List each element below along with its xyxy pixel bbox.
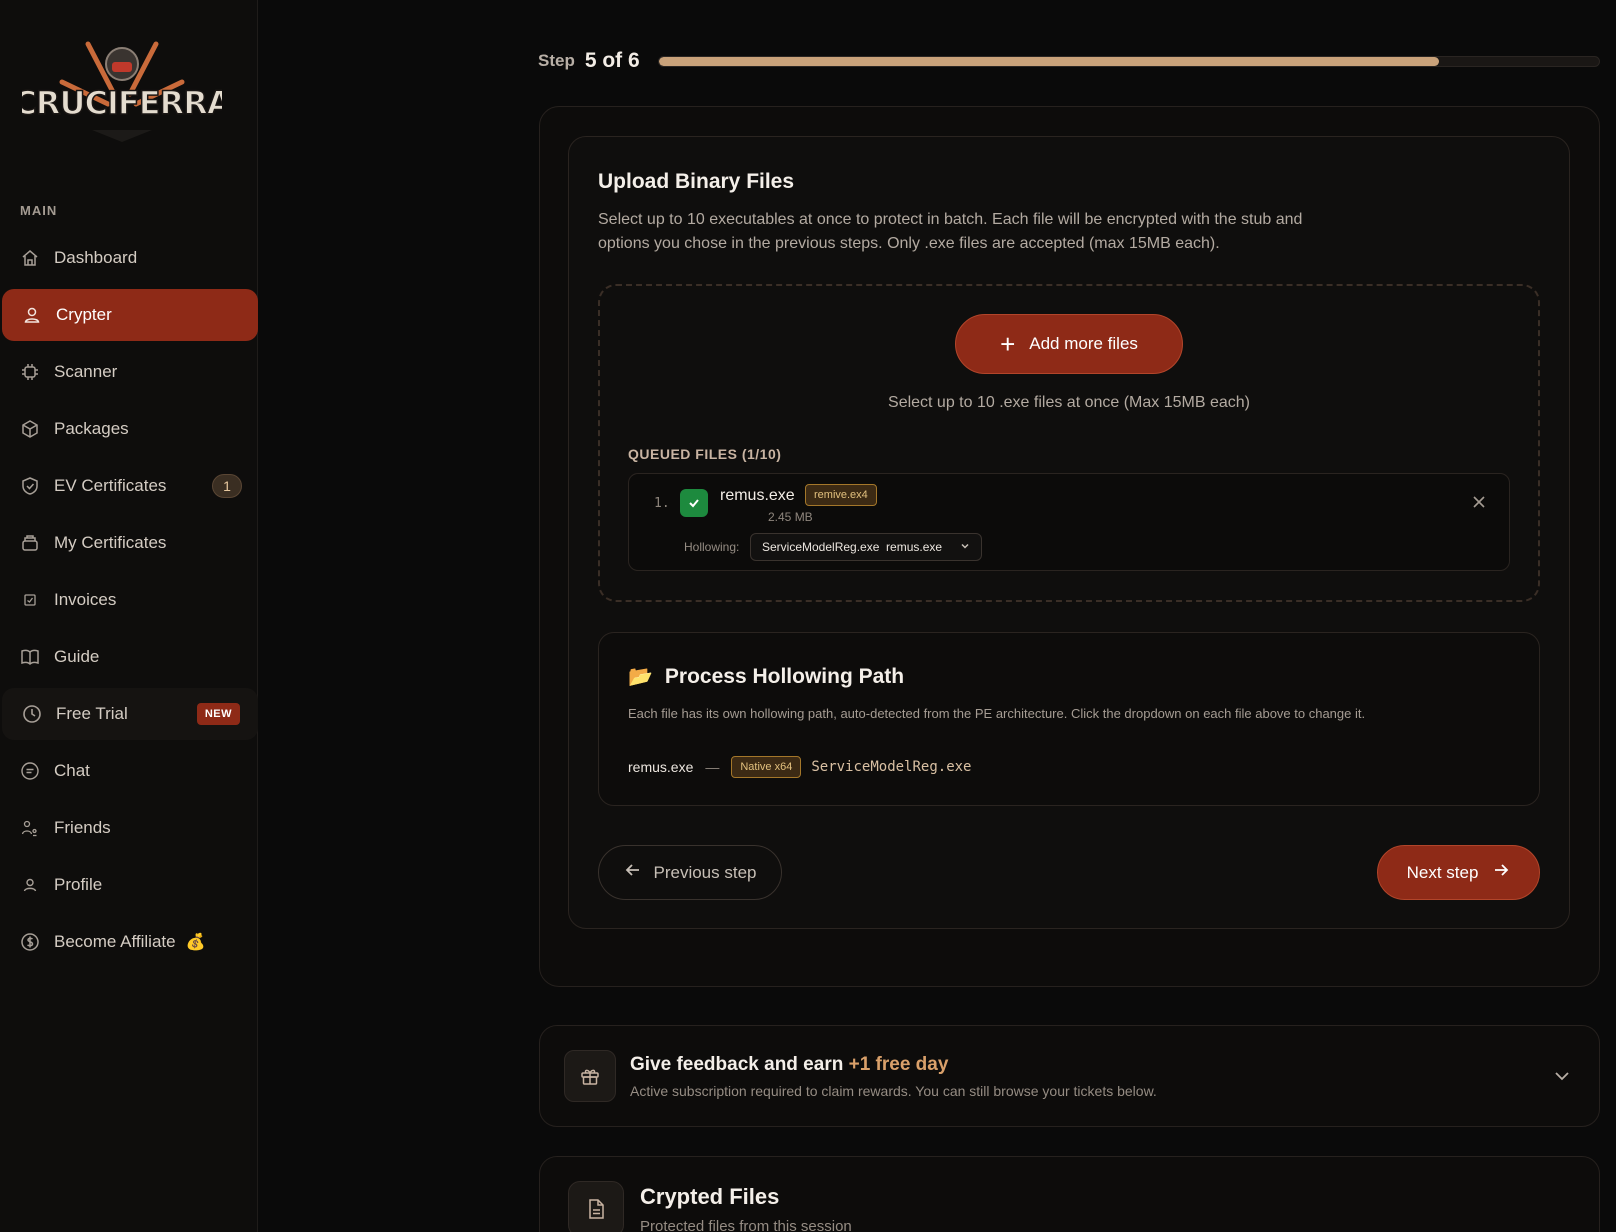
- hollowing-target-path: ServiceModelReg.exe: [811, 759, 972, 775]
- home-icon: [20, 248, 40, 268]
- stack-icon: [20, 533, 40, 553]
- box-icon: [20, 419, 40, 439]
- count-badge: 1: [212, 474, 242, 498]
- crypted-files-subtitle: Protected files from this session: [640, 1218, 852, 1232]
- previous-step-label: Previous step: [653, 862, 757, 882]
- sidebar-item-scanner[interactable]: Scanner: [0, 346, 258, 398]
- chevron-down-icon[interactable]: [1552, 1066, 1572, 1091]
- remove-file-close-icon[interactable]: [1472, 493, 1486, 513]
- step-value: 5 of 6: [584, 49, 640, 72]
- plus-icon: +: [1000, 329, 1016, 359]
- check-icon: [680, 489, 708, 517]
- new-badge: NEW: [196, 703, 240, 725]
- sidebar-item-label: Free Trial: [56, 704, 128, 723]
- sidebar-item-label: Guide: [54, 647, 100, 666]
- sidebar-item-profile[interactable]: Profile: [0, 859, 258, 911]
- sidebar-item-label: Scanner: [54, 362, 118, 381]
- upload-hint: Select up to 10 .exe files at once (Max …: [888, 394, 1250, 411]
- feedback-panel[interactable]: [539, 1025, 1600, 1127]
- feedback-title-text: Give feedback and earn: [630, 1054, 844, 1075]
- feedback-title: Give feedback and earn +1 free day: [630, 1054, 948, 1076]
- queued-files-label: QUEUED FILES (1/10): [628, 446, 782, 462]
- step-progress-fill: [658, 56, 1440, 66]
- sidebar-item-label: EV Certificates: [54, 476, 167, 495]
- crypted-files-title: Crypted Files: [640, 1184, 780, 1209]
- feedback-reward: +1 free day: [848, 1054, 949, 1075]
- cruciferra-logo[interactable]: CRUCIFERRA: [13, 34, 234, 146]
- receipt-icon: [20, 590, 40, 610]
- sidebar-item-free-trial[interactable]: Free Trial NEW: [2, 688, 258, 740]
- sidebar-item-label: Packages: [54, 419, 129, 438]
- sidebar-item-become-affiliate[interactable]: Become Affiliate 💰: [0, 916, 258, 968]
- sidebar-item-label: My Certificates: [54, 533, 167, 552]
- feedback-subtitle: Active subscription required to claim re…: [630, 1083, 1157, 1099]
- sidebar-item-dashboard[interactable]: Dashboard: [0, 232, 258, 284]
- sidebar-item-label: Crypter: [56, 305, 112, 324]
- chip-icon: [20, 362, 40, 382]
- add-more-files-button[interactable]: + Add more files: [955, 314, 1183, 374]
- chat-icon: [20, 761, 40, 781]
- sidebar-item-invoices[interactable]: Invoices: [0, 574, 258, 626]
- user-icon: [22, 305, 42, 325]
- arrow-left-icon: [624, 861, 642, 885]
- hollowing-label: Hollowing:: [684, 540, 740, 554]
- upload-title: Upload Binary Files: [598, 170, 795, 193]
- step-indicator: Step 5 of 6: [538, 48, 1600, 74]
- clock-icon: [22, 704, 42, 724]
- arrow-right-icon: [1492, 861, 1510, 885]
- chevron-down-icon: [959, 540, 971, 555]
- book-icon: [20, 647, 40, 667]
- document-icon: [568, 1181, 624, 1232]
- next-step-label: Next step: [1406, 862, 1479, 882]
- friends-icon: [20, 818, 40, 838]
- sidebar-item-packages[interactable]: Packages: [0, 403, 258, 455]
- sidebar-item-crypter[interactable]: Crypter: [2, 289, 258, 341]
- svg-text:CRUCIFERRA: CRUCIFERRA: [22, 84, 222, 122]
- hollowing-separator: —: [705, 759, 720, 775]
- folder-icon: 📂: [628, 666, 653, 688]
- sidebar-item-label: Friends: [54, 818, 111, 837]
- previous-step-button[interactable]: Previous step: [598, 845, 782, 900]
- hollowing-description: Each file has its own hollowing path, au…: [628, 706, 1366, 721]
- sidebar-item-guide[interactable]: Guide: [0, 631, 258, 683]
- next-step-button[interactable]: Next step: [1377, 845, 1540, 900]
- hollowing-title-text: Process Hollowing Path: [664, 664, 905, 688]
- shield-icon: [20, 476, 40, 496]
- hollowing-title: 📂 Process Hollowing Path: [628, 664, 904, 689]
- section-label-main: MAIN: [20, 203, 58, 218]
- step-progress-bar: [657, 55, 1600, 67]
- sidebar-item-chat[interactable]: Chat: [0, 745, 258, 797]
- file-tag: remive.ex4: [805, 484, 877, 506]
- gift-icon: [564, 1050, 616, 1102]
- money-bag-icon: 💰: [185, 934, 206, 951]
- hollowing-selected-value: ServiceModelReg.exe remus.exe: [762, 540, 943, 554]
- profile-icon: [20, 875, 40, 895]
- file-index: 1.: [654, 496, 670, 511]
- sidebar-item-label: Chat: [54, 761, 90, 780]
- upload-description: Select up to 10 executables at once to p…: [598, 211, 1303, 252]
- hollowing-dropdown[interactable]: ServiceModelReg.exe remus.exe: [750, 533, 982, 561]
- arch-tag: Native x64: [731, 756, 802, 778]
- dollar-icon: [20, 932, 40, 952]
- sidebar-item-my-certificates[interactable]: My Certificates: [0, 517, 258, 569]
- sidebar-item-label: Invoices: [54, 590, 117, 609]
- file-name: remus.exe: [720, 487, 795, 504]
- sidebar-item-ev-certificates[interactable]: EV Certificates 1: [0, 460, 258, 512]
- hollowing-mapping: remus.exe — Native x64 ServiceModelReg.e…: [628, 756, 972, 778]
- hollowing-file-name: remus.exe: [628, 759, 694, 775]
- sidebar-item-friends[interactable]: Friends: [0, 802, 258, 854]
- sidebar: CRUCIFERRA MAIN Dashboard Crypter Scanne…: [0, 0, 258, 1232]
- sidebar-item-label: Dashboard: [54, 248, 138, 267]
- file-size: 2.45 MB: [768, 510, 813, 524]
- sidebar-item-label: Profile: [54, 875, 103, 894]
- sidebar-item-label: Become Affiliate: [54, 932, 176, 951]
- add-more-files-label: Add more files: [1029, 334, 1138, 353]
- step-label: Step: [538, 51, 575, 70]
